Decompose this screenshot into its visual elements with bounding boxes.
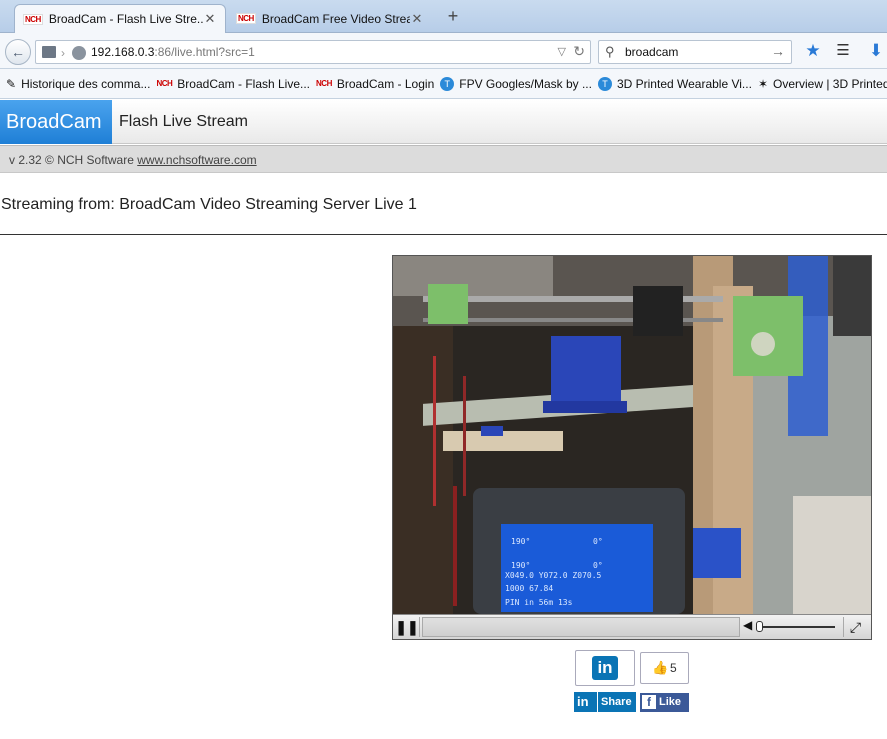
new-tab-button[interactable]: + xyxy=(444,7,462,25)
thingiverse-icon: T xyxy=(597,76,612,91)
nch-website-link[interactable]: www.nchsoftware.com xyxy=(137,153,256,167)
nch-favicon-icon: NCH xyxy=(23,13,43,25)
pause-button[interactable]: ❚❚ xyxy=(395,617,420,637)
nch-favicon-icon: NCH xyxy=(316,79,332,88)
facebook-like-label: Like xyxy=(659,696,682,708)
tab-title: BroadCam Free Video Strea... xyxy=(261,11,410,26)
reading-list-icon[interactable]: ☰ xyxy=(833,41,853,61)
arrow-right-icon[interactable]: → xyxy=(771,43,785,59)
fullscreen-button[interactable]: ⤢ xyxy=(843,617,867,637)
bookmark-item[interactable]: ✶ Overview | 3D Printed xyxy=(758,77,887,91)
player-controls: ❚❚ ◀ ⤢ xyxy=(393,614,871,639)
streaming-label: Streaming from: BroadCam Video Streaming… xyxy=(1,196,417,213)
download-icon[interactable]: ⬇ xyxy=(866,41,886,61)
brand-header: BroadCam Flash Live Stream xyxy=(0,100,887,144)
thumbs-up-icon: 👍 xyxy=(652,660,669,675)
tab-strip: NCH BroadCam - Flash Live Stre... ✕ NCH … xyxy=(0,0,887,33)
bookmark-item[interactable]: ✎ Historique des comma... xyxy=(6,77,150,91)
search-bar[interactable]: ⚲ broadcam → xyxy=(598,40,792,64)
bookmark-item[interactable]: NCH BroadCam - Flash Live... xyxy=(156,77,310,91)
tab-broadcam-free-video[interactable]: NCH BroadCam Free Video Strea... ✕ xyxy=(228,4,432,33)
version-label: v 2.32 © NCH Software xyxy=(9,153,134,167)
linkedin-icon: in xyxy=(577,694,589,709)
bookmark-label: Historique des comma... xyxy=(21,76,151,91)
version-text: v 2.32 © NCH Software www.nchsoftware.co… xyxy=(9,153,257,167)
star-icon: ✶ xyxy=(757,76,768,91)
linkedin-share-button[interactable]: in Share xyxy=(574,692,636,712)
chevron-down-icon[interactable]: ▽ xyxy=(558,45,566,58)
page-subtitle: Flash Live Stream xyxy=(119,113,248,130)
tab-title: BroadCam - Flash Live Stre... xyxy=(48,12,203,26)
calendar-icon[interactable] xyxy=(42,46,56,58)
back-button[interactable]: ← xyxy=(5,39,31,65)
url-bar[interactable]: › 192.168.0.3:86/live.html?src=1 ▽ ↻ xyxy=(35,40,591,64)
brand-logo: BroadCam xyxy=(0,100,112,144)
linkedin-icon: in xyxy=(592,656,618,680)
star-icon[interactable]: ★ xyxy=(803,41,823,61)
bookmark-item[interactable]: T 3D Printed Wearable Vi... xyxy=(597,76,752,91)
volume-slider[interactable] xyxy=(759,626,835,628)
tab-broadcam-flash-live[interactable]: NCH BroadCam - Flash Live Stre... ✕ xyxy=(14,4,226,33)
bookmark-item[interactable]: NCH BroadCam - Login xyxy=(316,77,434,91)
url-text[interactable]: 192.168.0.3:86/live.html?src=1 xyxy=(91,45,255,59)
volume-icon[interactable]: ◀ xyxy=(743,618,752,632)
wrench-icon: ✎ xyxy=(6,76,17,91)
facebook-count-box: 👍 5 xyxy=(640,652,689,684)
lcd-time: PIN in 56m 13s xyxy=(505,598,573,607)
lcd-temp-4: 0° xyxy=(593,561,603,570)
seek-bar[interactable] xyxy=(422,617,740,637)
bookmarks-bar: ✎ Historique des comma... NCH BroadCam -… xyxy=(0,69,887,99)
divider xyxy=(0,234,887,235)
url-host: 192.168.0.3 xyxy=(91,45,155,59)
close-icon[interactable]: ✕ xyxy=(410,11,424,27)
bookmark-label: BroadCam - Flash Live... xyxy=(177,76,311,91)
reload-icon[interactable]: ↻ xyxy=(573,43,585,60)
bookmark-label: FPV Googles/Mask by ... xyxy=(459,76,592,91)
nch-favicon-icon: NCH xyxy=(236,13,256,24)
linkedin-count-box: in xyxy=(575,650,635,686)
close-icon[interactable]: ✕ xyxy=(203,11,217,27)
facebook-icon: f xyxy=(642,695,656,709)
video-feed-image: 190° 0° 190° 0° X049.0 Y072.0 Z070.5 100… xyxy=(393,256,871,614)
facebook-like-count: 5 xyxy=(670,661,677,675)
url-path: :86/live.html?src=1 xyxy=(154,45,255,59)
navigation-bar: ← › 192.168.0.3:86/live.html?src=1 ▽ ↻ ⚲… xyxy=(0,33,887,69)
search-icon: ⚲ xyxy=(605,44,615,59)
bookmark-label: 3D Printed Wearable Vi... xyxy=(616,76,752,91)
video-player[interactable]: 190° 0° 190° 0° X049.0 Y072.0 Z070.5 100… xyxy=(392,255,872,640)
lcd-feed: 1000 67.84 xyxy=(505,584,553,593)
lcd-temp-3: 190° xyxy=(511,561,530,570)
nch-favicon-icon: NCH xyxy=(156,79,173,88)
bookmark-label: BroadCam - Login xyxy=(336,76,435,91)
search-input[interactable]: broadcam xyxy=(625,45,678,59)
video-frame[interactable]: 190° 0° 190° 0° X049.0 Y072.0 Z070.5 100… xyxy=(393,256,871,614)
thingiverse-icon: T xyxy=(440,76,455,91)
facebook-like-button[interactable]: f Like xyxy=(640,693,689,712)
lcd-temp-1: 190° xyxy=(511,537,530,546)
chevron-right-icon: › xyxy=(61,46,65,60)
version-bar: v 2.32 © NCH Software www.nchsoftware.co… xyxy=(0,145,887,173)
globe-icon xyxy=(72,46,86,60)
volume-knob[interactable] xyxy=(756,621,763,632)
bookmark-item[interactable]: T FPV Googles/Mask by ... xyxy=(440,76,592,91)
lcd-position: X049.0 Y072.0 Z070.5 xyxy=(505,571,602,580)
linkedin-share-label: Share xyxy=(597,692,632,712)
lcd-temp-2: 0° xyxy=(593,537,603,546)
bookmark-label: Overview | 3D Printed xyxy=(773,76,887,91)
